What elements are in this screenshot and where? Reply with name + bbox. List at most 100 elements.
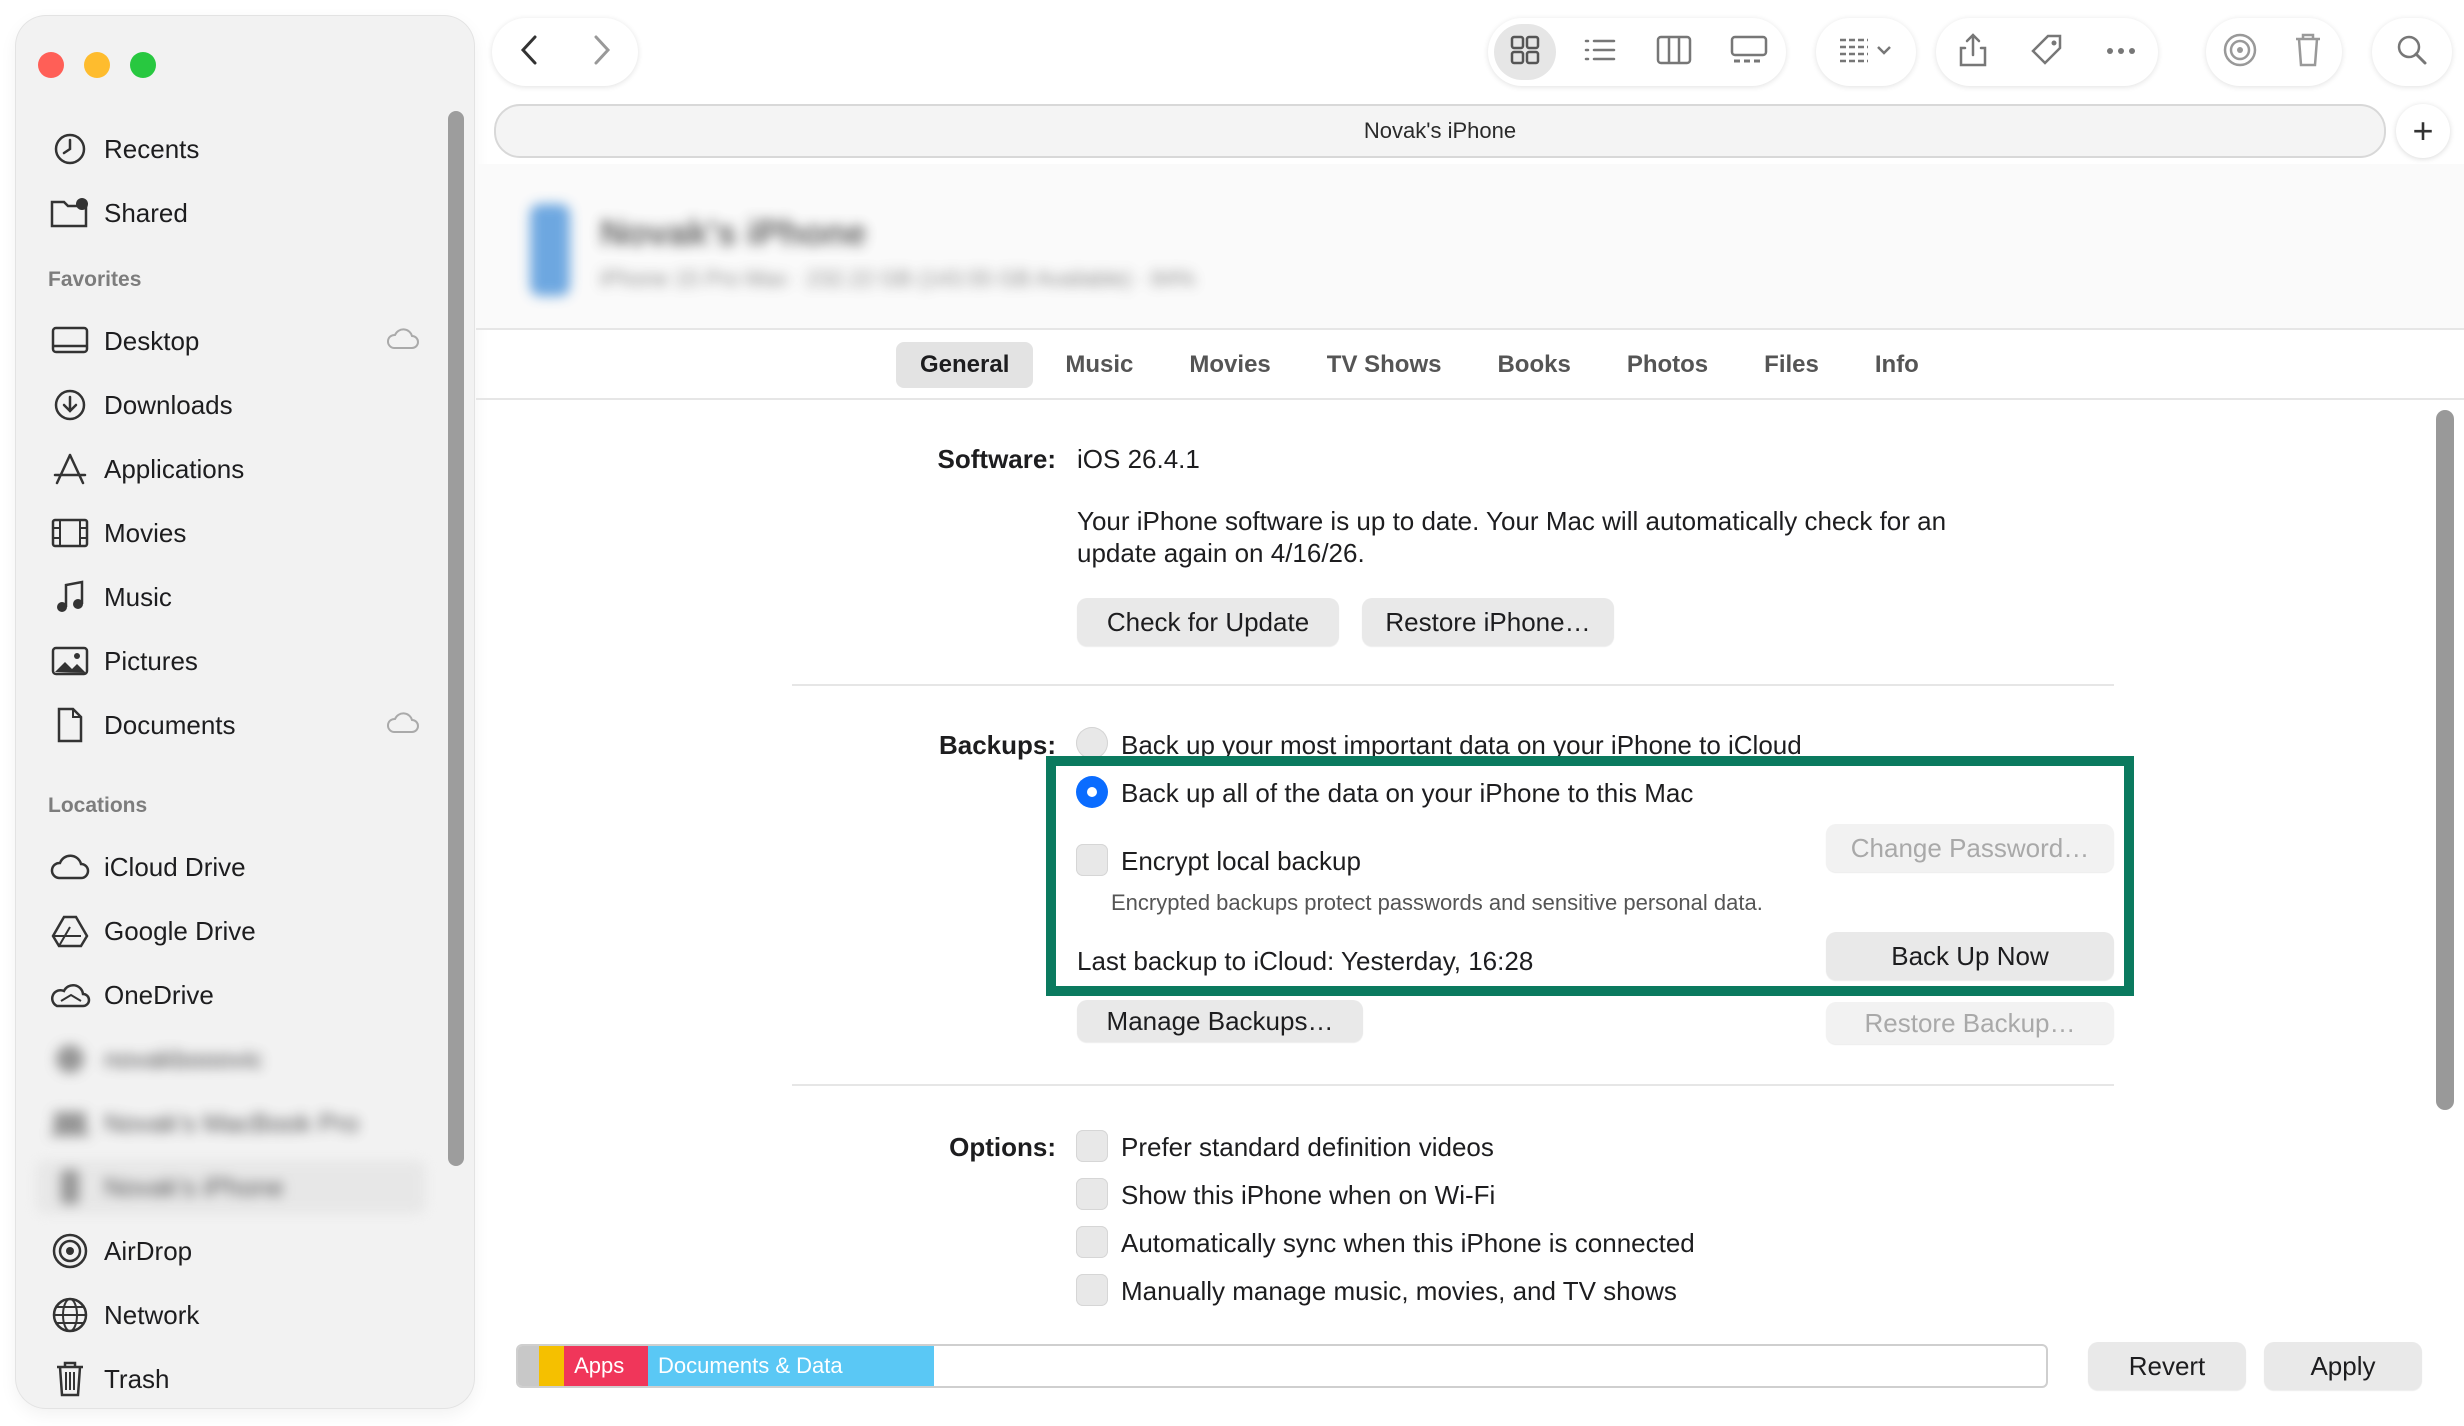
sidebar-item-label: Novak's iPhone [104, 1171, 284, 1202]
sidebar-item-onedrive[interactable]: OneDrive [36, 968, 426, 1022]
sidebar-item-airdrop[interactable]: AirDrop [36, 1224, 426, 1278]
airdrop-icon [48, 1229, 92, 1273]
storage-segment [539, 1346, 565, 1386]
tabs-divider [476, 398, 2464, 400]
desktop-icon [48, 319, 92, 363]
option-checkbox-wifi[interactable] [1076, 1178, 1108, 1210]
path-bar-title: Novak's iPhone [1363, 118, 1517, 143]
sidebar-scrollbar[interactable] [448, 111, 464, 1166]
tab-info[interactable]: Info [1851, 342, 1943, 388]
navigation-buttons [492, 18, 638, 86]
onedrive-icon [48, 973, 92, 1017]
encrypt-checkbox[interactable] [1076, 844, 1108, 876]
sidebar-item-downloads[interactable]: Downloads [36, 378, 426, 432]
sidebar-item-movies[interactable]: Movies [36, 506, 426, 560]
sidebar-item-shared[interactable]: Shared [36, 186, 426, 240]
plus-icon: + [2412, 110, 2434, 151]
sidebar-item-icloud-drive[interactable]: iCloud Drive [36, 840, 426, 894]
tab-movies[interactable]: Movies [1165, 342, 1294, 388]
tab-files[interactable]: Files [1740, 342, 1843, 388]
option-label: Automatically sync when this iPhone is c… [1121, 1228, 1695, 1258]
sidebar-item-label: Google Drive [104, 915, 256, 946]
options-label: Options: [949, 1132, 1056, 1162]
icon-view-button[interactable] [1494, 24, 1557, 80]
change-password-button[interactable]: Change Password… [1826, 824, 2114, 872]
sidebar-item-pictures[interactable]: Pictures [36, 634, 426, 688]
share-button[interactable] [1942, 24, 2004, 80]
tab-music[interactable]: Music [1041, 342, 1157, 388]
software-status-line2: update again on 4/16/26. [1077, 538, 1365, 568]
sidebar-item-label: Shared [104, 197, 188, 228]
restore-iphone-button[interactable]: Restore iPhone… [1362, 598, 1614, 646]
sidebar-item-desktop[interactable]: Desktop [36, 314, 426, 368]
more-button[interactable] [2090, 24, 2152, 80]
sidebar-item-documents[interactable]: Documents [36, 698, 426, 752]
forward-button[interactable] [565, 18, 638, 86]
sidebar-item-iphone[interactable]: Novak's iPhone [36, 1160, 426, 1214]
sidebar-item-google-drive[interactable]: Google Drive [36, 904, 426, 958]
tab-tv-shows[interactable]: TV Shows [1303, 342, 1466, 388]
zoom-window-button[interactable] [130, 52, 156, 78]
tag-icon [2030, 33, 2064, 72]
apply-button[interactable]: Apply [2264, 1342, 2422, 1390]
tab-books[interactable]: Books [1473, 342, 1594, 388]
favorites-heading: Favorites [48, 268, 142, 291]
search-icon [2395, 33, 2429, 72]
option-checkbox-auto-sync[interactable] [1076, 1226, 1108, 1258]
sidebar-item-label: Documents [104, 709, 236, 740]
device-header: Novak's iPhone iPhone 15 Pro Max · 232.2… [476, 164, 2464, 330]
cloud-icon [386, 712, 420, 739]
last-backup-text: Last backup to iCloud: Yesterday, 16:28 [1077, 946, 1534, 976]
close-window-button[interactable] [38, 52, 64, 78]
storage-bar: Apps Documents & Data [516, 1344, 2048, 1388]
document-icon [48, 703, 92, 747]
cloud-icon [386, 328, 420, 355]
search-button[interactable] [2372, 18, 2452, 86]
gallery-view-button[interactable] [1718, 24, 1780, 80]
check-for-update-button[interactable]: Check for Update [1077, 598, 1339, 646]
storage-segment [518, 1346, 540, 1386]
sidebar-item-macbook[interactable]: Novak's MacBook Pro [36, 1096, 426, 1150]
actions-group [1936, 18, 2158, 86]
film-icon [48, 511, 92, 555]
backup-mac-radio[interactable] [1076, 776, 1108, 808]
back-button[interactable] [492, 18, 565, 86]
sidebar-item-trash[interactable]: Trash [36, 1352, 426, 1406]
sidebar-item-music[interactable]: Music [36, 570, 426, 624]
tab-photos[interactable]: Photos [1603, 342, 1732, 388]
new-tab-button[interactable]: + [2396, 104, 2450, 158]
delete-button[interactable] [2277, 24, 2339, 80]
sidebar-item-applications[interactable]: Applications [36, 442, 426, 496]
list-view-button[interactable] [1569, 24, 1631, 80]
sidebar-item-disk[interactable]: novakbooovic [36, 1032, 426, 1086]
tab-general[interactable]: General [896, 342, 1034, 388]
revert-button[interactable]: Revert [2088, 1342, 2246, 1390]
ellipsis-icon [2105, 43, 2137, 61]
gallery-icon [1730, 35, 1768, 70]
backup-icloud-radio[interactable] [1076, 727, 1108, 759]
path-bar[interactable]: Novak's iPhone [494, 104, 2386, 158]
chevron-left-icon [519, 34, 539, 71]
content-scrollbar[interactable] [2436, 410, 2454, 1110]
software-label: Software: [937, 444, 1056, 474]
software-version: iOS 26.4.1 [1077, 444, 1200, 474]
option-checkbox-manual[interactable] [1076, 1274, 1108, 1306]
manage-backups-button[interactable]: Manage Backups… [1077, 1000, 1363, 1042]
sidebar-item-label: Applications [104, 453, 245, 484]
minimize-window-button[interactable] [84, 52, 110, 78]
option-checkbox-sd-videos[interactable] [1076, 1130, 1108, 1162]
music-note-icon [48, 575, 92, 619]
sidebar-item-label: Music [104, 581, 172, 612]
sidebar-item-recents[interactable]: Recents [36, 122, 426, 176]
tag-button[interactable] [2016, 24, 2078, 80]
device-actions-group [2206, 18, 2342, 86]
airdrop-button[interactable] [2209, 24, 2271, 80]
group-button[interactable] [1816, 18, 1916, 86]
iphone-icon [48, 1165, 92, 1209]
sidebar-item-label: Desktop [104, 325, 200, 356]
sidebar-item-label: Recents [104, 133, 200, 164]
column-view-button[interactable] [1643, 24, 1705, 80]
restore-backup-button[interactable]: Restore Backup… [1826, 1002, 2114, 1044]
sidebar-item-network[interactable]: Network [36, 1288, 426, 1342]
back-up-now-button[interactable]: Back Up Now [1826, 932, 2114, 980]
